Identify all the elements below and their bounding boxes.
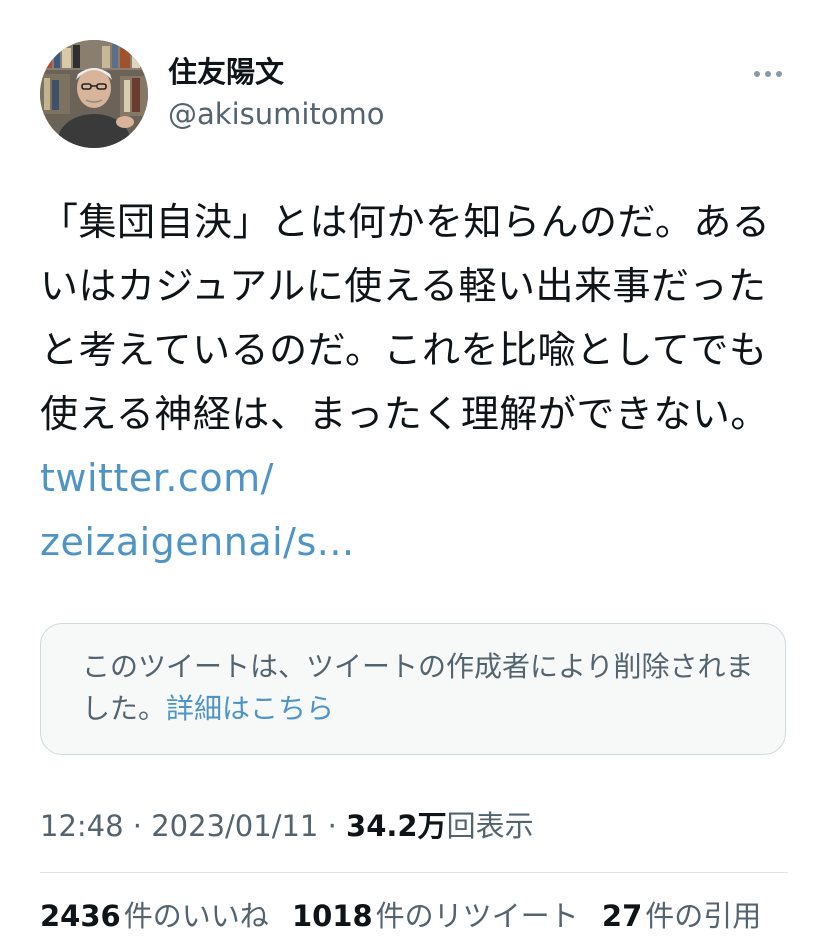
avatar-image (40, 40, 148, 148)
detail-link[interactable]: 詳細はこちら (166, 692, 334, 725)
likes-label: 件のいいね (123, 899, 269, 933)
quotes-stat[interactable]: 27 件の引用 (602, 894, 761, 938)
retweets-count: 1018 (291, 899, 373, 933)
tweet-stats: 2436 件のいいね 1018 件のリツイート 27 件の引用 (40, 894, 775, 938)
more-horizontal-icon (754, 71, 782, 77)
tweet-body: 「集団自決」とは何かを知らんのだ。あるいはカジュアルに使える軽い出来事だったと考… (40, 190, 788, 574)
more-options-button[interactable] (748, 60, 788, 88)
deleted-quote-card[interactable]: このツイートは、ツイートの作成者により削除されました。詳細はこちら (40, 623, 786, 755)
display-name[interactable]: 住友陽文 (168, 52, 385, 92)
likes-stat[interactable]: 2436 件のいいね (40, 894, 269, 938)
deleted-notice: このツイートは、ツイートの作成者により削除されました。詳細はこちら (82, 646, 762, 730)
meta-separator: · (327, 809, 337, 843)
quotes-count: 27 (601, 899, 643, 933)
likes-count: 2436 (40, 899, 121, 933)
views-label: 回表示 (446, 809, 534, 843)
avatar[interactable] (40, 40, 148, 148)
tweet-link-part2[interactable]: zeizaigennai/s... (40, 520, 355, 564)
tweet-text: 「集団自決」とは何かを知らんのだ。あるいはカジュアルに使える軽い出来事だったと考… (40, 200, 771, 436)
author-info[interactable]: 住友陽文 @akisumitomo (168, 52, 385, 134)
tweet-time[interactable]: 12:48 (40, 809, 124, 843)
retweets-label: 件のリツイート (375, 899, 579, 933)
tweet-date[interactable]: 2023/01/11 (151, 809, 318, 843)
tweet-link[interactable]: twitter.com/zeizaigennai/s... (40, 456, 355, 564)
tweet-link-part1[interactable]: twitter.com/ (40, 456, 274, 500)
meta-separator: · (132, 809, 143, 843)
tweet-meta: 12:48 · 2023/01/11 · 34.2万回表示 (40, 804, 534, 848)
views-count: 34.2万 (346, 809, 447, 843)
divider (40, 872, 788, 873)
retweets-stat[interactable]: 1018 件のリツイート (292, 894, 579, 938)
handle[interactable]: @akisumitomo (168, 94, 385, 134)
tweet-header: 住友陽文 @akisumitomo (40, 40, 788, 150)
quotes-label: 件の引用 (645, 899, 762, 933)
